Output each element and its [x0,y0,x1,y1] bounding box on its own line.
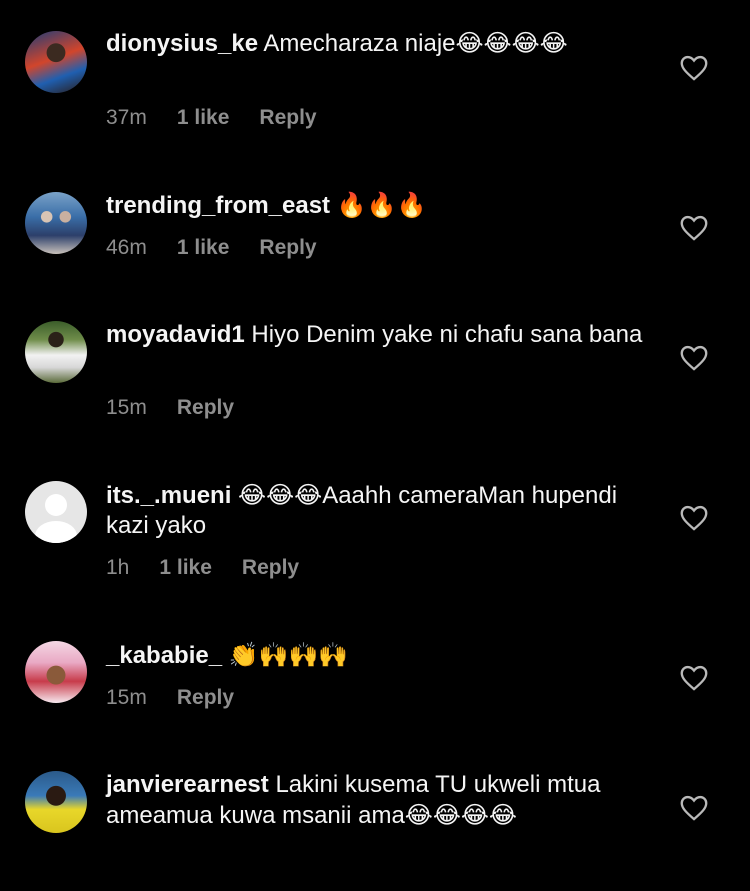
default-avatar-icon[interactable] [25,481,87,543]
comment-body: _kababie_ 👏🙌🙌🙌 [106,640,646,671]
avatar-body-shape [35,521,77,543]
heart-outline-icon[interactable] [680,345,708,371]
comment-username[interactable]: moyadavid1 [106,321,245,348]
comment-likes[interactable]: 1 like [159,556,212,580]
comment-likes[interactable]: 1 like [177,106,230,130]
comment-likes[interactable]: 1 like [177,236,230,260]
comment-username[interactable]: janvierearnest [106,771,269,798]
reply-button[interactable]: Reply [177,396,234,420]
comment-body: trending_from_east 🔥🔥🔥 [106,190,646,221]
heart-outline-icon[interactable] [680,215,708,241]
avatar[interactable] [25,192,87,254]
comment-body: dionysius_ke Amecharaza niaje😂😂😂😂 [106,28,646,59]
avatar[interactable] [25,321,87,383]
heart-outline-icon[interactable] [680,665,708,691]
comment-username[interactable]: its._.mueni [106,482,231,509]
comment-meta: 15m Reply [106,396,234,420]
heart-outline-icon[interactable] [680,505,708,531]
avatar[interactable] [25,641,87,703]
comment-body: janvierearnest Lakini kusema TU ukweli m… [106,770,646,831]
comment-time: 1h [106,556,130,579]
comment-text: Hiyo Denim yake ni chafu sana bana [251,321,643,348]
comment-time: 15m [106,686,147,709]
comment-username[interactable]: _kababie_ [106,642,222,669]
comment-username[interactable]: trending_from_east [106,192,330,219]
reply-button[interactable]: Reply [177,686,234,710]
avatar-head-shape [45,494,67,516]
comment-meta: 15m Reply [106,686,234,710]
comment-emojis: 👏🙌🙌🙌 [228,641,349,669]
comment-username[interactable]: dionysius_ke [106,30,258,57]
reply-button[interactable]: Reply [242,556,299,580]
comment-time: 15m [106,396,147,419]
comment-emojis: 😂😂😂😂 [404,801,517,829]
heart-outline-icon[interactable] [680,55,708,81]
comment-time: 46m [106,236,147,259]
reply-button[interactable]: Reply [259,106,316,130]
heart-outline-icon[interactable] [680,795,708,821]
comment-text: Amecharaza niaje [263,30,456,57]
comment-emojis: 😂😂😂😂 [455,29,568,57]
comment-emojis: 😂😂😂 [238,481,323,509]
reply-button[interactable]: Reply [259,236,316,260]
comment-body: moyadavid1 Hiyo Denim yake ni chafu sana… [106,320,646,350]
comment-meta: 37m 1 like Reply [106,106,317,130]
comment-emojis: 🔥🔥🔥 [336,191,427,219]
comment-body: its._.mueni 😂😂😂Aaahh cameraMan hupendi k… [106,480,646,541]
comment-time: 37m [106,106,147,129]
avatar[interactable] [25,771,87,833]
avatar[interactable] [25,31,87,93]
comment-meta: 1h 1 like Reply [106,556,299,580]
comment-meta: 46m 1 like Reply [106,236,317,260]
